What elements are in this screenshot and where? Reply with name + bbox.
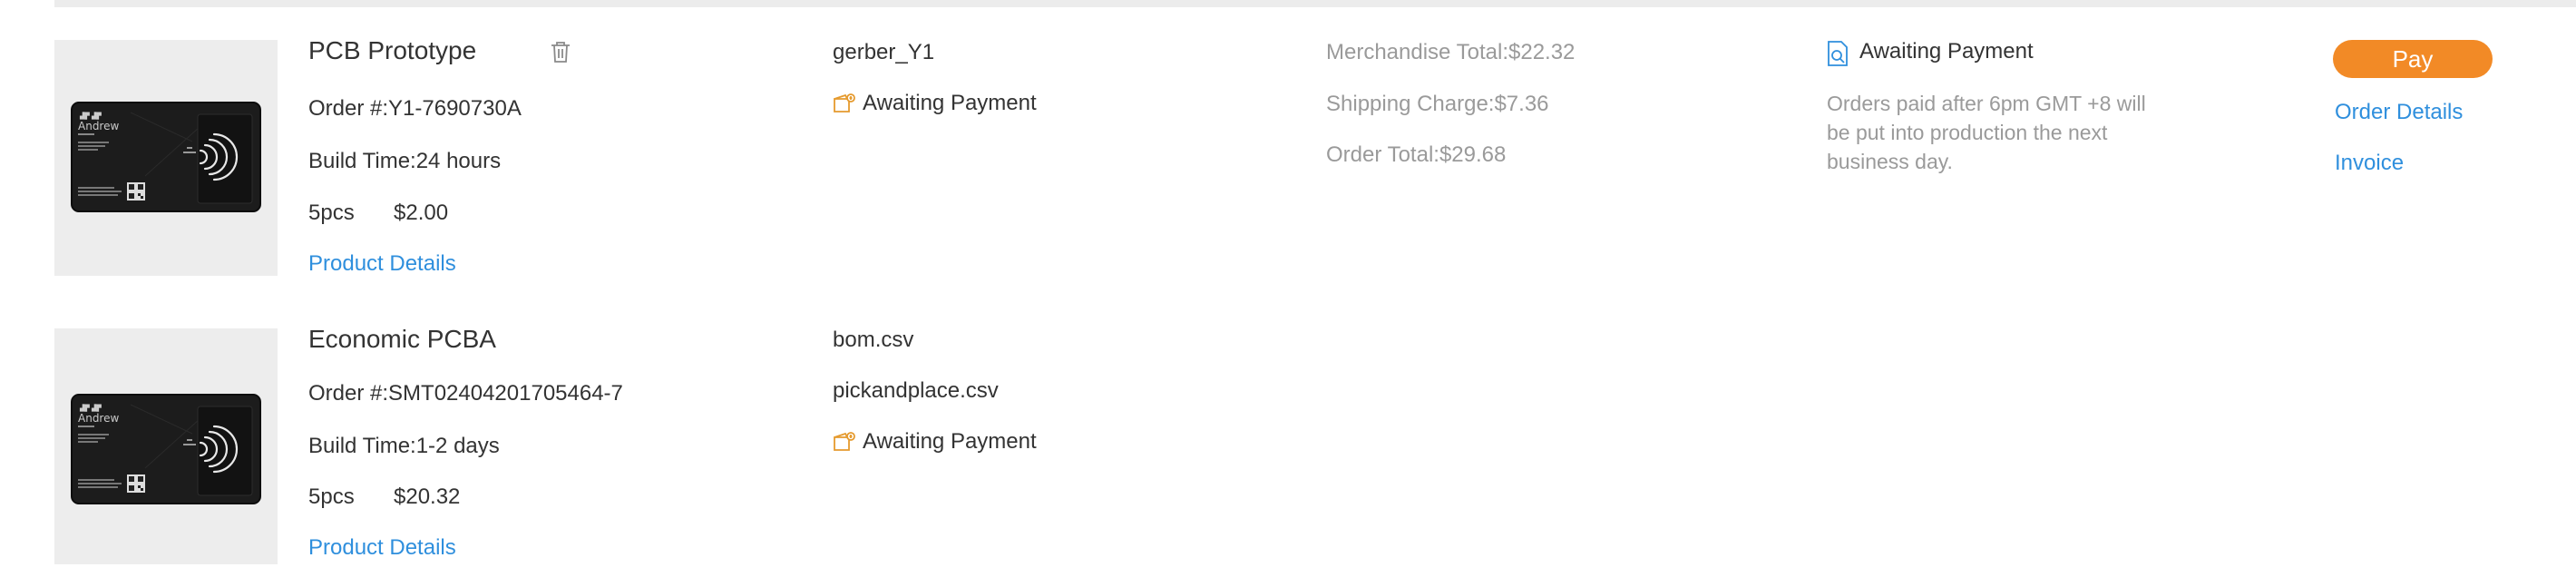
file-name[interactable]: pickandplace.csv (833, 378, 999, 404)
unit-price: $2.00 (394, 201, 449, 225)
qr-code-icon (127, 182, 145, 201)
qr-code-icon (127, 474, 145, 493)
product-details-link[interactable]: Product Details (308, 535, 456, 561)
order-total: Order Total:$29.68 (1326, 142, 1507, 167)
build-time: Build Time:1-2 days (308, 434, 500, 458)
payment-document-icon (1827, 40, 1849, 72)
wallet-icon (833, 431, 856, 457)
shipping-charge: Shipping Charge:$7.36 (1326, 92, 1549, 116)
product-name: PCB Prototype (308, 36, 477, 64)
order-details-link[interactable]: Order Details (2335, 100, 2463, 125)
payment-note: Orders paid after 6pm GMT +8 will be put… (1827, 92, 2146, 173)
merchandise-total: Merchandise Total:$22.32 (1326, 40, 1576, 64)
pay-button[interactable]: Pay (2333, 40, 2493, 78)
product-thumbnail[interactable]: ▟▛ ▟▛ Andrew (54, 40, 278, 276)
product-details-link[interactable]: Product Details (308, 251, 456, 277)
product-name: Economic PCBA (308, 325, 496, 353)
quantity: 5pcs (308, 201, 355, 225)
svg-text:▟▛ ▟▛: ▟▛ ▟▛ (80, 404, 102, 412)
file-name[interactable]: gerber_Y1 (833, 40, 934, 65)
invoice-link[interactable]: Invoice (2335, 151, 2404, 176)
wallet-icon (833, 93, 856, 119)
order-number: Order #:Y1-7690730A (308, 96, 522, 121)
unit-price: $20.32 (394, 484, 461, 509)
order-status: Awaiting Payment (863, 91, 1037, 115)
file-name[interactable]: bom.csv (833, 328, 913, 353)
header-divider (54, 0, 2576, 7)
product-thumbnail[interactable]: ▟▛ ▟▛ Andrew (54, 328, 278, 564)
payment-status: Awaiting Payment (1859, 39, 2034, 64)
order-number: Order #:SMT02404201705464-7 (308, 381, 623, 406)
trash-icon[interactable] (550, 40, 571, 68)
order-status: Awaiting Payment (863, 429, 1037, 454)
quantity: 5pcs (308, 484, 355, 509)
build-time: Build Time:24 hours (308, 149, 502, 173)
card-name-text: Andrew (78, 412, 119, 425)
svg-text:▟▛ ▟▛: ▟▛ ▟▛ (80, 112, 102, 120)
card-name-text: Andrew (78, 120, 119, 132)
